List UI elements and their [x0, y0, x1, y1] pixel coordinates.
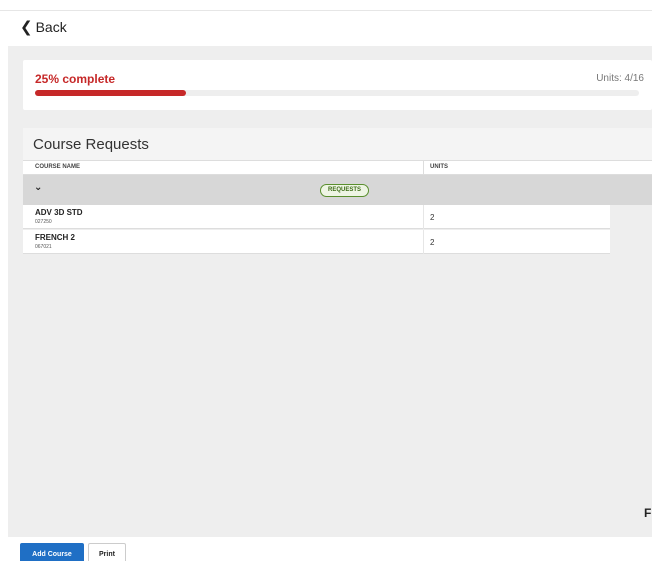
back-button[interactable]: ❮ Back: [20, 19, 67, 35]
table-row[interactable]: FRENCH 2 067021 2: [23, 230, 610, 254]
course-units: 2: [430, 238, 435, 247]
units-counter: Units: 4/16: [596, 73, 644, 84]
print-button[interactable]: Print: [88, 543, 126, 561]
column-divider: [423, 161, 424, 175]
chevron-left-icon: ❮: [20, 18, 33, 36]
chevron-down-icon[interactable]: ⌄: [34, 182, 42, 193]
table-row[interactable]: ADV 3D STD 027250 2: [23, 205, 610, 229]
course-name: ADV 3D STD: [35, 208, 83, 217]
course-name: FRENCH 2: [35, 233, 76, 242]
column-header-units[interactable]: UNITS: [430, 164, 448, 170]
back-label: Back: [35, 19, 67, 35]
clipped-edge-text: F: [644, 506, 652, 520]
course-requests-panel: Course Requests COURSE NAME UNITS ⌄ REQU…: [23, 128, 652, 258]
column-divider: [423, 205, 424, 229]
column-header-course-name[interactable]: COURSE NAME: [35, 164, 80, 170]
progress-bar: [35, 90, 639, 96]
content-area: [8, 46, 652, 537]
column-divider: [423, 230, 424, 254]
progress-label: 25% complete: [35, 72, 116, 86]
requests-badge: REQUESTS: [320, 184, 370, 197]
course-code: 027250: [35, 219, 52, 225]
add-course-button[interactable]: Add Course: [20, 543, 84, 561]
progress-card: 25% complete Units: 4/16: [23, 60, 652, 110]
table-header: COURSE NAME UNITS: [23, 160, 652, 175]
group-row-requests: ⌄ REQUESTS: [23, 175, 652, 205]
course-units: 2: [430, 213, 435, 222]
progress-bar-fill: [35, 90, 186, 96]
course-code: 067021: [35, 244, 52, 250]
top-divider: [0, 10, 652, 11]
panel-title: Course Requests: [23, 128, 652, 160]
